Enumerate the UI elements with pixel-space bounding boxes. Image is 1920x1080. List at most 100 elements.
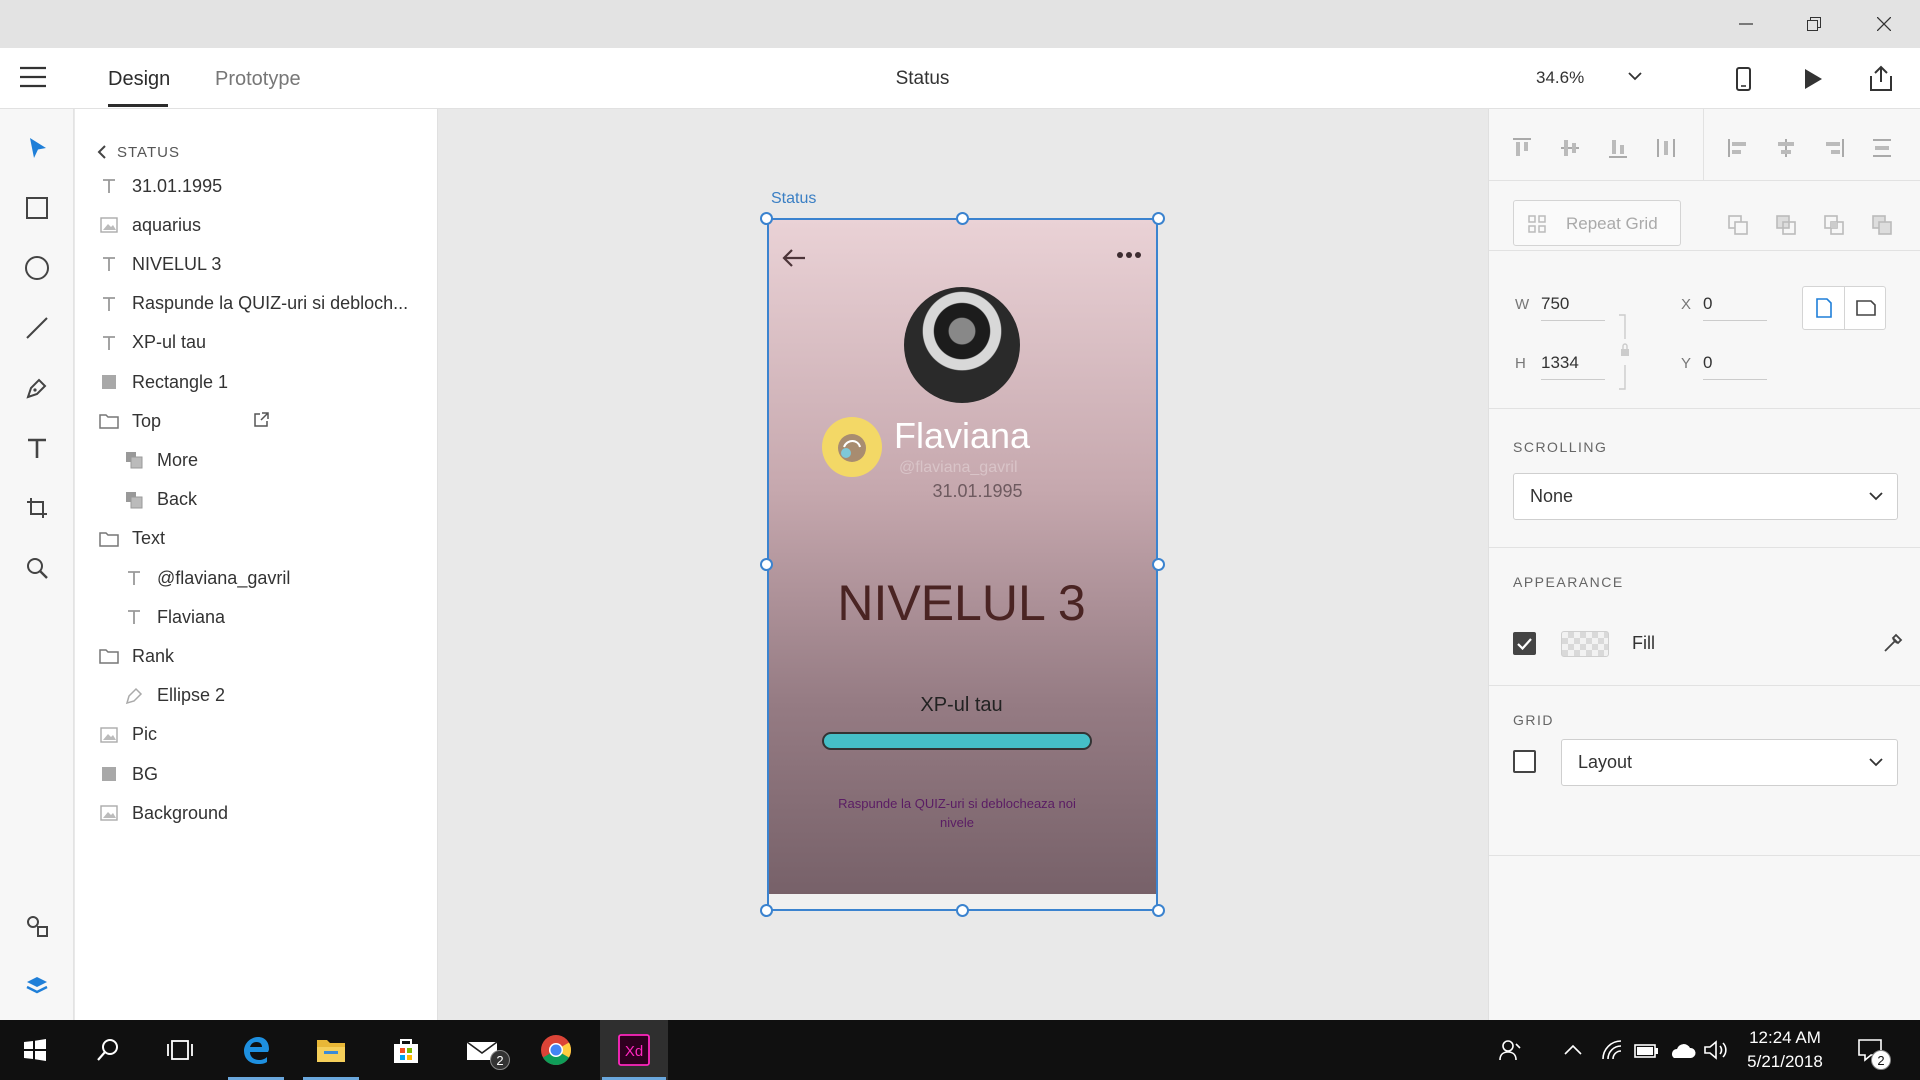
resize-handle-bottom[interactable] <box>956 904 969 917</box>
repeat-grid-button[interactable]: Repeat Grid <box>1513 200 1681 246</box>
close-button[interactable] <box>1850 0 1918 48</box>
share-button[interactable] <box>1866 64 1896 94</box>
artboard-label[interactable]: Status <box>771 190 816 208</box>
layer-row[interactable]: Pic <box>75 715 438 755</box>
align-bottom-icon[interactable] <box>1607 137 1629 159</box>
restore-button[interactable] <box>1780 0 1848 48</box>
edge-browser-icon <box>244 1037 269 1064</box>
y-field[interactable]: 0 <box>1703 353 1767 380</box>
taskbar-chrome[interactable] <box>526 1020 586 1080</box>
x-field[interactable]: 0 <box>1703 294 1767 321</box>
layer-row[interactable]: Flaviana <box>75 597 438 637</box>
minimize-button[interactable] <box>1712 0 1780 48</box>
landscape-button[interactable] <box>1845 287 1887 329</box>
layer-label: More <box>157 449 199 470</box>
align-right-icon[interactable] <box>1823 137 1845 159</box>
taskbar-adobe-xd[interactable]: Xd <box>600 1020 668 1080</box>
magnifier-icon <box>27 558 48 579</box>
fill-color-swatch[interactable] <box>1561 631 1609 657</box>
boolean-add-icon[interactable] <box>1727 214 1749 236</box>
scrolling-dropdown[interactable]: None <box>1513 473 1898 520</box>
layer-row[interactable]: Top <box>75 401 438 441</box>
layer-row[interactable]: Background <box>75 793 438 833</box>
layer-row[interactable]: Raspunde la QUIZ-uri si debloch... <box>75 284 438 324</box>
align-middle-icon[interactable] <box>1559 137 1581 159</box>
resize-handle-top-right[interactable] <box>1152 212 1165 225</box>
start-button[interactable] <box>5 1020 65 1080</box>
rectangle-tool[interactable] <box>20 191 54 225</box>
layer-row[interactable]: Ellipse 2 <box>75 676 438 716</box>
fill-checkbox[interactable] <box>1513 632 1536 655</box>
ellipse-tool[interactable] <box>20 251 54 285</box>
align-left-icon[interactable] <box>1727 137 1749 159</box>
taskbar-search-button[interactable] <box>78 1020 138 1080</box>
layer-row[interactable]: aquarius <box>75 205 438 245</box>
height-field[interactable]: 1334 <box>1541 353 1605 380</box>
zoom-tool[interactable] <box>20 551 54 585</box>
network-button[interactable] <box>1596 1020 1628 1080</box>
open-external-icon[interactable] <box>252 411 270 429</box>
resize-handle-bottom-left[interactable] <box>760 904 773 917</box>
layer-label: 31.01.1995 <box>132 175 223 196</box>
assets-panel-button[interactable] <box>20 909 54 943</box>
boolean-exclude-icon[interactable] <box>1871 214 1893 236</box>
image-icon <box>98 724 120 746</box>
tray-overflow-button[interactable] <box>1556 1020 1590 1080</box>
text-icon <box>98 332 120 354</box>
align-center-icon[interactable] <box>1775 137 1797 159</box>
play-preview-button[interactable] <box>1797 64 1827 94</box>
grid-checkbox[interactable] <box>1513 750 1536 773</box>
taskbar-store[interactable] <box>376 1020 436 1080</box>
zoom-dropdown[interactable]: 34.6% <box>1536 66 1646 92</box>
taskbar-edge[interactable] <box>226 1020 286 1080</box>
layer-row[interactable]: NIVELUL 3 <box>75 244 438 284</box>
taskbar-file-explorer[interactable] <box>301 1020 361 1080</box>
layer-row[interactable]: Back <box>75 480 438 520</box>
line-tool[interactable] <box>20 311 54 345</box>
align-top-icon[interactable] <box>1511 137 1533 159</box>
resize-handle-left[interactable] <box>760 558 773 571</box>
action-center-button[interactable]: 2 <box>1845 1020 1895 1080</box>
people-button[interactable] <box>1490 1020 1530 1080</box>
eyedropper-icon[interactable] <box>1882 632 1904 654</box>
text-tool[interactable] <box>20 431 54 465</box>
lock-aspect-icon[interactable] <box>1619 313 1631 391</box>
pen-tool[interactable] <box>20 371 54 405</box>
boolean-subtract-icon[interactable] <box>1775 214 1797 236</box>
taskbar-clock[interactable]: 12:24 AM 5/21/2018 <box>1730 1026 1840 1074</box>
layer-row[interactable]: Rank <box>75 636 438 676</box>
layer-row[interactable]: BG <box>75 754 438 794</box>
search-icon <box>97 1039 118 1061</box>
select-tool[interactable] <box>20 131 54 165</box>
width-field[interactable]: 750 <box>1541 294 1605 321</box>
resize-handle-right[interactable] <box>1152 558 1165 571</box>
clock-date: 5/21/2018 <box>1747 1052 1823 1071</box>
grid-type-dropdown[interactable]: Layout <box>1561 739 1898 786</box>
layer-row[interactable]: @flaviana_gavril <box>75 558 438 598</box>
breadcrumb-label: STATUS <box>117 143 180 161</box>
portrait-button[interactable] <box>1803 287 1845 329</box>
resize-handle-top[interactable] <box>956 212 969 225</box>
layer-label: Flaviana <box>157 606 226 627</box>
distribute-vertical-icon[interactable] <box>1655 137 1677 159</box>
layer-row[interactable]: More <box>75 440 438 480</box>
layer-row[interactable]: XP-ul tau <box>75 323 438 363</box>
task-view-button[interactable] <box>150 1020 210 1080</box>
volume-button[interactable] <box>1700 1020 1732 1080</box>
pen-path-icon <box>123 685 145 707</box>
taskbar-mail[interactable]: 2 <box>452 1020 512 1080</box>
alignment-divider <box>1703 109 1704 181</box>
resize-handle-top-left[interactable] <box>760 212 773 225</box>
artboard-tool[interactable] <box>20 491 54 525</box>
layers-panel-button[interactable] <box>20 969 54 1003</box>
boolean-intersect-icon[interactable] <box>1823 214 1845 236</box>
device-preview-button[interactable] <box>1728 64 1758 94</box>
distribute-horizontal-icon[interactable] <box>1871 137 1893 159</box>
resize-handle-bottom-right[interactable] <box>1152 904 1165 917</box>
layer-row[interactable]: Text <box>75 519 438 559</box>
layers-breadcrumb[interactable]: STATUS <box>97 142 180 162</box>
battery-button[interactable] <box>1630 1020 1662 1080</box>
layer-row[interactable]: 31.01.1995 <box>75 166 438 206</box>
onedrive-button[interactable] <box>1666 1020 1698 1080</box>
layer-row[interactable]: Rectangle 1 <box>75 362 438 402</box>
